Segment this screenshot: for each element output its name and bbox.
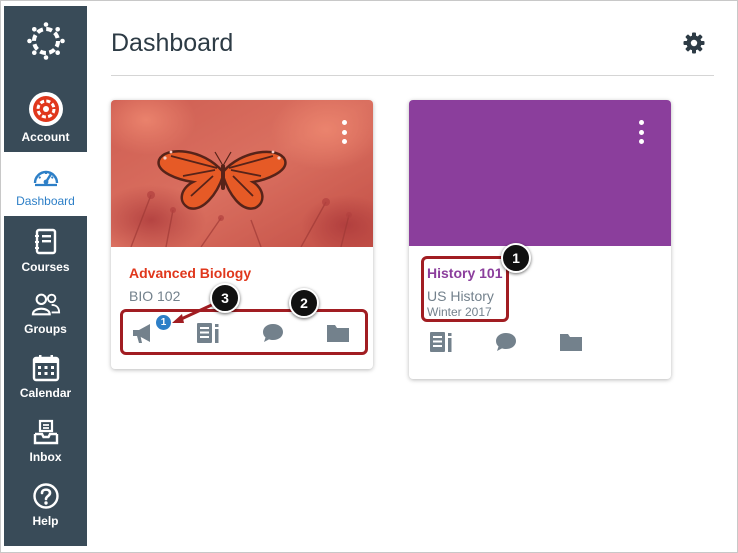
kebab-dot (638, 139, 644, 144)
canvas-logo[interactable] (4, 6, 87, 76)
kebab-dot (638, 120, 644, 125)
nav-dashboard[interactable]: Dashboard (4, 152, 87, 216)
nav-help[interactable]: Help (4, 472, 87, 536)
course-card-options-button[interactable] (637, 120, 645, 144)
header-divider (111, 75, 714, 76)
dashboard-options-button[interactable] (683, 32, 705, 54)
course-code: BIO 102 (129, 288, 181, 304)
kebab-dot (341, 139, 347, 144)
dashboard-icon (31, 161, 61, 191)
course-card-image[interactable] (111, 100, 373, 247)
groups-icon (31, 289, 61, 319)
gear-icon (683, 32, 705, 54)
nav-help-label: Help (32, 513, 59, 528)
avatar-icon (32, 95, 59, 122)
courses-icon (31, 227, 61, 257)
assignments-icon (430, 332, 452, 352)
nav-groups-label: Groups (24, 321, 67, 336)
page-title: Dashboard (111, 29, 234, 57)
assignments-link[interactable] (429, 331, 453, 353)
course-title[interactable]: Advanced Biology (129, 265, 251, 281)
callout-box-course-info (421, 256, 509, 322)
callout-box-course-icons (120, 309, 368, 355)
nav-groups[interactable]: Groups (4, 280, 87, 344)
nav-inbox[interactable]: Inbox (4, 408, 87, 472)
callout-number-1: 1 (501, 243, 531, 273)
canvas-logo-icon (26, 22, 65, 60)
course-card-history-101[interactable]: History 101 US History Winter 2017 (409, 100, 671, 379)
course-card-options-button[interactable] (340, 120, 348, 144)
account-avatar (28, 91, 64, 127)
kebab-dot (341, 129, 347, 135)
nav-courses-label: Courses (21, 259, 70, 274)
inbox-icon (31, 417, 61, 447)
files-link[interactable] (559, 331, 583, 353)
discussions-icon (496, 333, 516, 351)
screenshot-frame: Account Dashboard Courses Groups Calenda… (0, 0, 738, 553)
global-navigation: Account Dashboard Courses Groups Calenda… (4, 6, 87, 546)
nav-calendar-label: Calendar (19, 385, 72, 400)
kebab-dot (638, 129, 644, 135)
nav-account[interactable]: Account (4, 84, 87, 150)
calendar-icon (31, 353, 61, 383)
course-card-color-header[interactable] (409, 100, 671, 246)
nav-account-label: Account (21, 129, 70, 144)
kebab-dot (341, 120, 347, 125)
callout-number-2: 2 (289, 288, 319, 318)
files-icon (560, 334, 582, 351)
discussions-link[interactable] (494, 331, 518, 353)
help-icon (31, 481, 61, 511)
nav-inbox-label: Inbox (29, 449, 62, 464)
nav-courses[interactable]: Courses (4, 218, 87, 282)
nav-calendar[interactable]: Calendar (4, 344, 87, 408)
nav-dashboard-label: Dashboard (16, 193, 75, 208)
callout-number-3: 3 (210, 283, 240, 313)
